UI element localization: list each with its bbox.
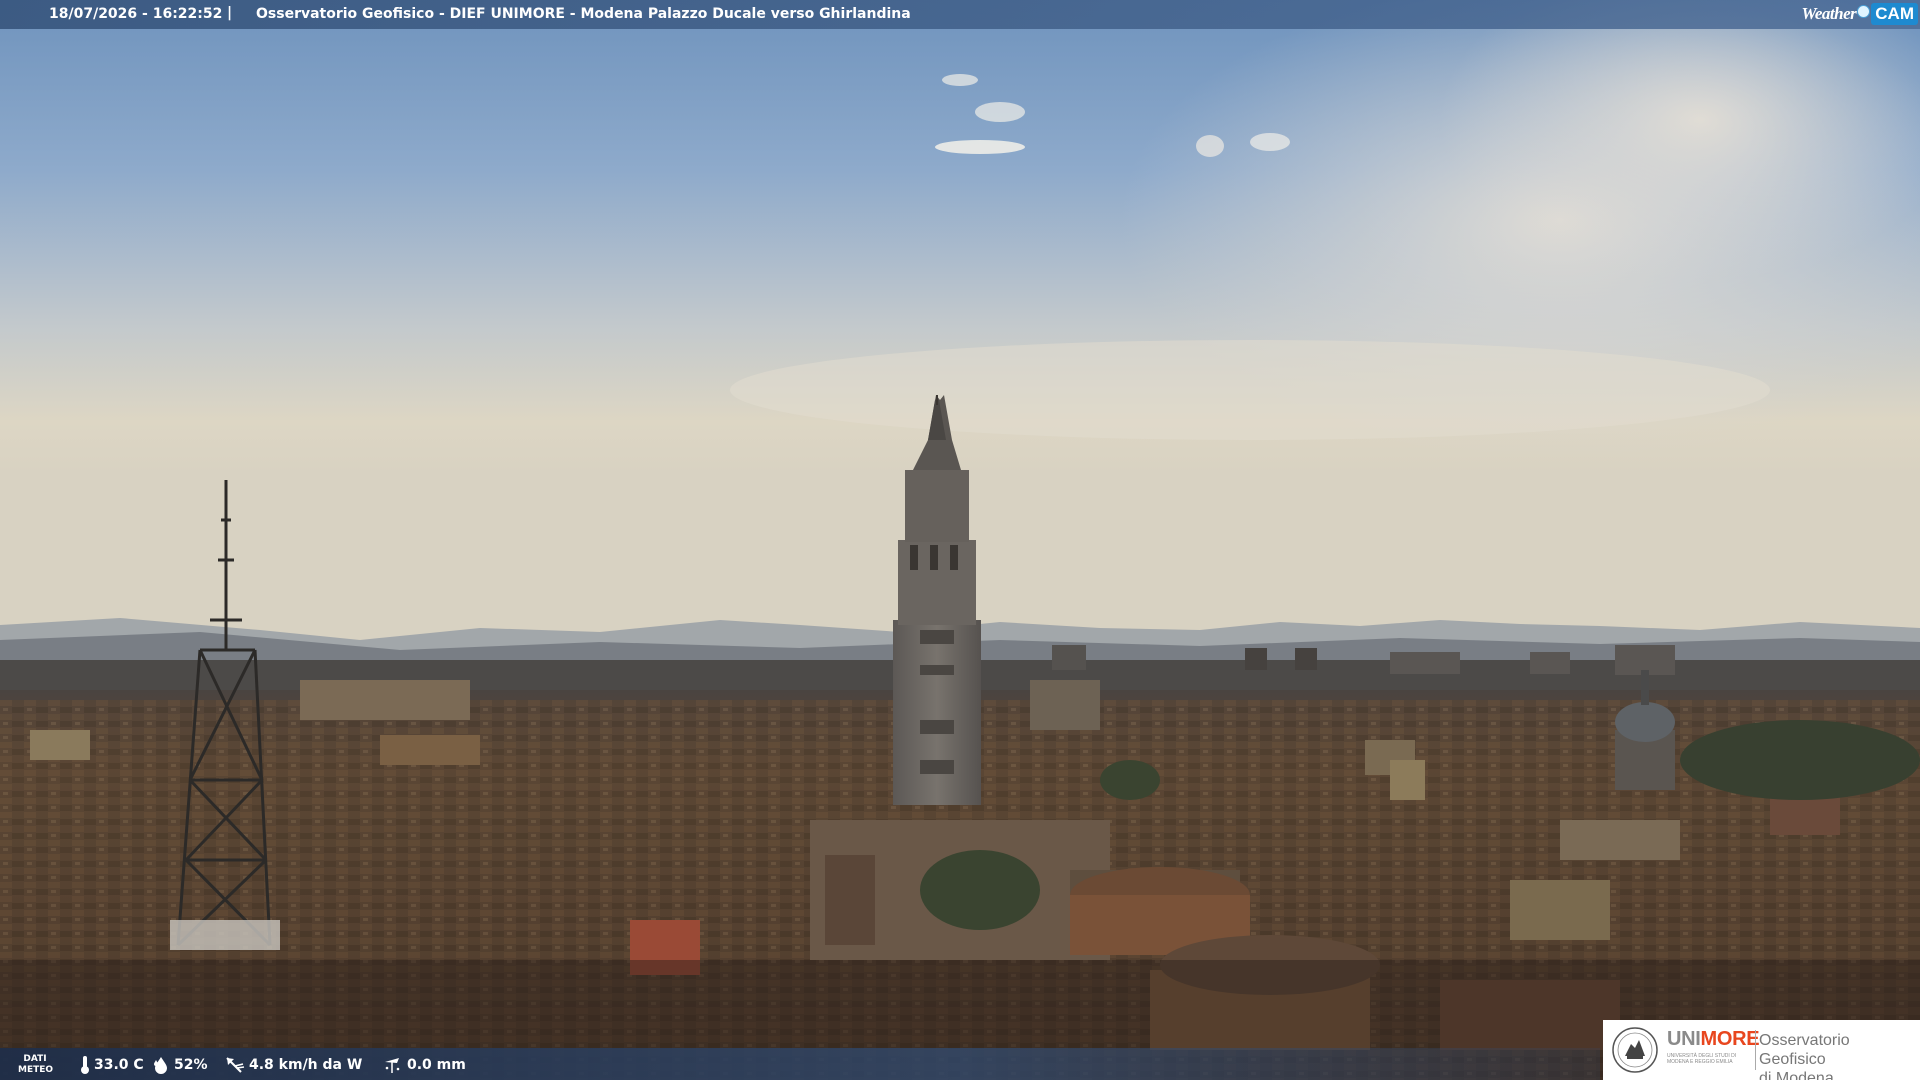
unimore-uni: UNI xyxy=(1667,1028,1701,1050)
brand-dot-icon xyxy=(1857,4,1871,18)
humidity-drop-icon xyxy=(154,1057,167,1074)
weathercam-logo: Weather CAM xyxy=(1802,1,1918,27)
observatory-line1: Osservatorio Geofisico xyxy=(1759,1032,1850,1068)
observatory-line2: di Modena xyxy=(1759,1070,1834,1080)
observatory-name: Osservatorio Geofisico di Modena xyxy=(1759,1031,1920,1080)
university-seal-icon xyxy=(1612,1027,1658,1073)
thermometer-icon xyxy=(81,1056,89,1074)
wind-value: 4.8 km/h da W xyxy=(249,1057,363,1073)
unimore-observatory-logo: UNIMORE UNIVERSITÀ DEGLI STUDI DI MODENA… xyxy=(1603,1020,1920,1080)
weather-data-bar: DATI METEO 33.0 C 52% 4.8 km/h da W 0.0 … xyxy=(0,1048,1600,1080)
modena-skyline-scene xyxy=(0,0,1920,1080)
logo-divider xyxy=(1755,1030,1756,1070)
brand-weather-text: Weather xyxy=(1801,4,1857,23)
header-separator: | xyxy=(227,5,233,21)
rain-metric: 0.0 mm xyxy=(383,1056,466,1074)
humidity-value: 52% xyxy=(174,1057,208,1073)
unimore-more: MORE xyxy=(1700,1028,1760,1050)
humidity-metric: 52% xyxy=(152,1056,208,1074)
temperature-value: 33.0 C xyxy=(94,1057,144,1073)
unimore-wordmark: UNIMORE xyxy=(1667,1028,1760,1051)
temperature-metric: 33.0 C xyxy=(80,1056,144,1074)
camera-title: Osservatorio Geofisico - DIEF UNIMORE - … xyxy=(256,6,911,22)
wind-metric: 4.8 km/h da W xyxy=(225,1056,362,1074)
weather-data-label: DATI METEO xyxy=(18,1054,54,1076)
webcam-header-bar: 18/07/2026 - 16:22:52 | Osservatorio Geo… xyxy=(0,0,1920,29)
unimore-subtitle: UNIVERSITÀ DEGLI STUDI DI MODENA E REGGI… xyxy=(1667,1053,1737,1065)
weather-data-label-line1: DATI xyxy=(23,1054,47,1064)
brand-cam-text: CAM xyxy=(1871,3,1918,25)
rain-value: 0.0 mm xyxy=(407,1057,466,1073)
rain-gauge-icon xyxy=(385,1058,400,1073)
wind-vane-icon xyxy=(226,1057,245,1073)
timestamp: 18/07/2026 - 16:22:52 xyxy=(49,6,223,22)
webcam-view: 18/07/2026 - 16:22:52 | Osservatorio Geo… xyxy=(0,0,1920,1080)
weather-data-label-line2: METEO xyxy=(18,1065,54,1075)
